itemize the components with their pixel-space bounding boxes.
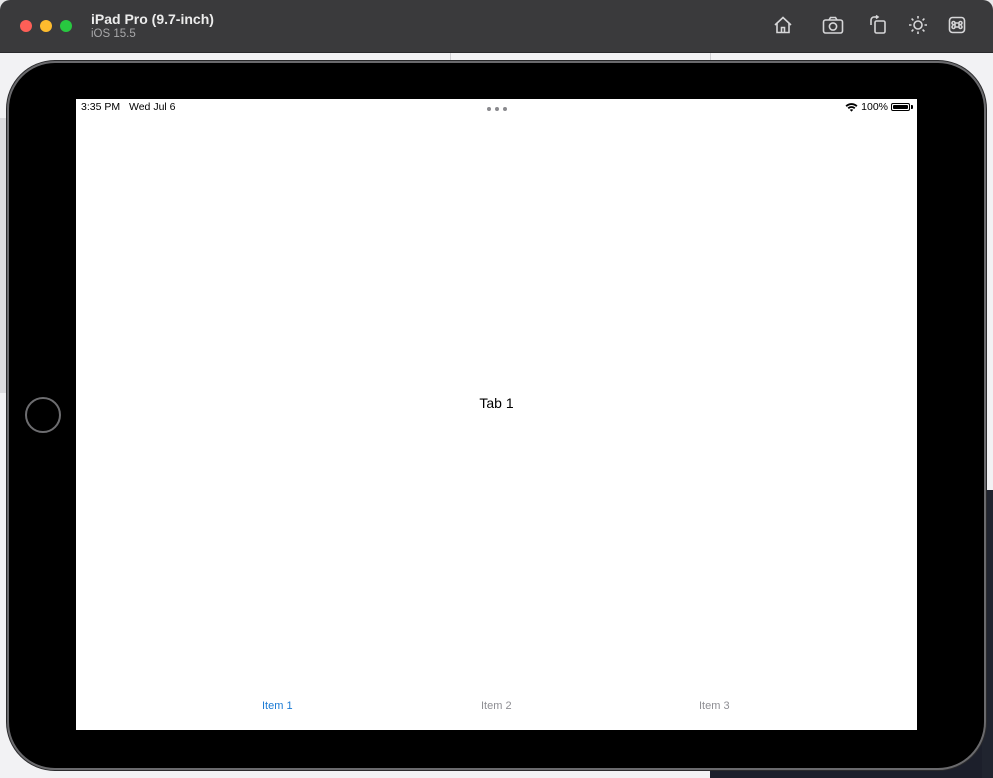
simulator-titlebar: iPad Pro (9.7-inch) iOS 15.5 <box>0 0 993 53</box>
screenshot-icon <box>822 16 844 34</box>
appearance-button[interactable] <box>905 12 931 38</box>
device-home-button[interactable] <box>25 397 61 433</box>
battery-tip <box>911 105 913 109</box>
status-indicators: 100% <box>845 101 913 113</box>
tab-bar: Item 1 Item 2 Item 3 <box>76 694 917 730</box>
battery-icon <box>891 103 910 111</box>
appearance-icon <box>909 16 927 34</box>
status-date: Wed Jul 6 <box>129 101 176 113</box>
status-time: 3:35 PM <box>81 101 121 113</box>
wifi-icon <box>845 103 858 112</box>
window-zoom-button[interactable] <box>60 20 72 32</box>
dot-icon <box>503 107 507 111</box>
battery-percent: 100% <box>861 101 888 113</box>
multitasking-menu-button[interactable] <box>487 107 507 111</box>
command-icon <box>948 16 966 34</box>
dot-icon <box>487 107 491 111</box>
tab-item-1[interactable]: Item 1 <box>262 700 293 712</box>
battery-level <box>893 105 908 109</box>
tab-item-3[interactable]: Item 3 <box>699 700 730 712</box>
window-minimize-button[interactable] <box>40 20 52 32</box>
dot-icon <box>495 107 499 111</box>
screenshot-button[interactable] <box>820 12 846 38</box>
window-close-button[interactable] <box>20 20 32 32</box>
device-name: iPad Pro (9.7-inch) <box>91 11 214 27</box>
ipad-screen: 3:35 PM Wed Jul 6 100% Tab 1 Item 1 Item… <box>76 99 917 730</box>
hardware-keyboard-button[interactable] <box>944 12 970 38</box>
tab-content-label: Tab 1 <box>479 395 514 411</box>
tab-item-2[interactable]: Item 2 <box>481 700 512 712</box>
home-icon <box>774 16 792 34</box>
rotate-button[interactable] <box>865 12 891 38</box>
home-button[interactable] <box>770 12 796 38</box>
rotate-icon <box>870 14 886 34</box>
os-version: iOS 15.5 <box>91 28 136 40</box>
